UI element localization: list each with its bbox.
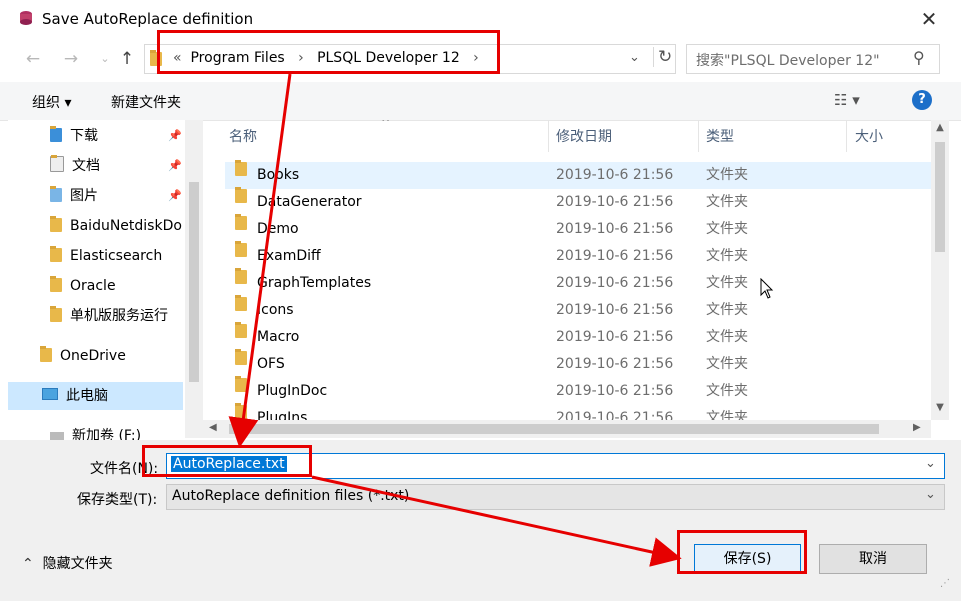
annotation-arrow [311, 475, 682, 567]
annotation-arrows [228, 73, 682, 567]
annotation-arrow [228, 73, 292, 448]
cursor-icon [760, 277, 774, 304]
